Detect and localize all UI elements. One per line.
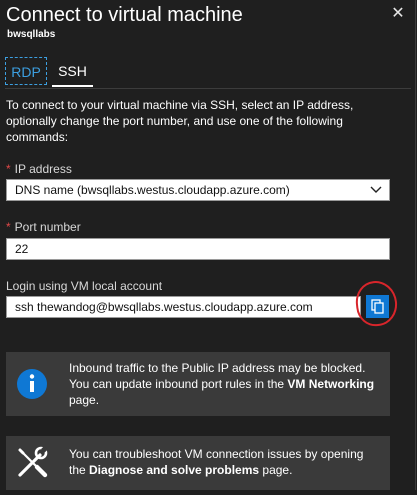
required-marker: * [6,162,11,176]
ssh-command-field[interactable]: ssh thewandog@bwsqllabs.westus.cloudapp.… [6,296,361,318]
port-number-input[interactable]: 22 [6,238,390,260]
inbound-traffic-notice: Inbound traffic to the Public IP address… [6,352,390,416]
login-label: Login using VM local account [6,279,163,293]
diagnose-link[interactable]: Diagnose and solve problems [89,463,259,477]
ip-address-label: * IP address [6,162,72,176]
tools-icon [18,446,48,478]
troubleshoot-text: You can troubleshoot VM connection issue… [69,447,364,477]
close-button[interactable]: ✕ [388,4,408,24]
tab-ssh[interactable]: SSH [52,57,93,87]
tools-icon-cell [6,436,58,490]
info-icon-cell [6,352,58,416]
vm-networking-link[interactable]: VM Networking [287,377,374,391]
inbound-traffic-text: Inbound traffic to the Public IP address… [69,361,375,407]
port-number-label: * Port number [6,220,81,234]
close-icon: ✕ [391,5,405,22]
connection-tabs: RDP SSH [5,57,411,89]
page-subtitle: bwsqllabs [7,29,56,40]
ip-address-dropdown[interactable]: DNS name (bwsqllabs.westus.cloudapp.azur… [6,179,390,201]
required-marker: * [6,220,11,234]
ip-address-value: DNS name (bwsqllabs.westus.cloudapp.azur… [15,183,290,197]
page-title: Connect to virtual machine [6,4,243,26]
annotation-circle [353,278,400,329]
troubleshoot-notice: You can troubleshoot VM connection issue… [6,436,390,490]
info-icon [17,369,47,399]
tab-rdp[interactable]: RDP [5,57,47,85]
chevron-down-icon [370,186,382,193]
connect-blade: Connect to virtual machine bwsqllabs ✕ R… [0,0,416,490]
instructions-text: To connect to your virtual machine via S… [6,98,354,144]
